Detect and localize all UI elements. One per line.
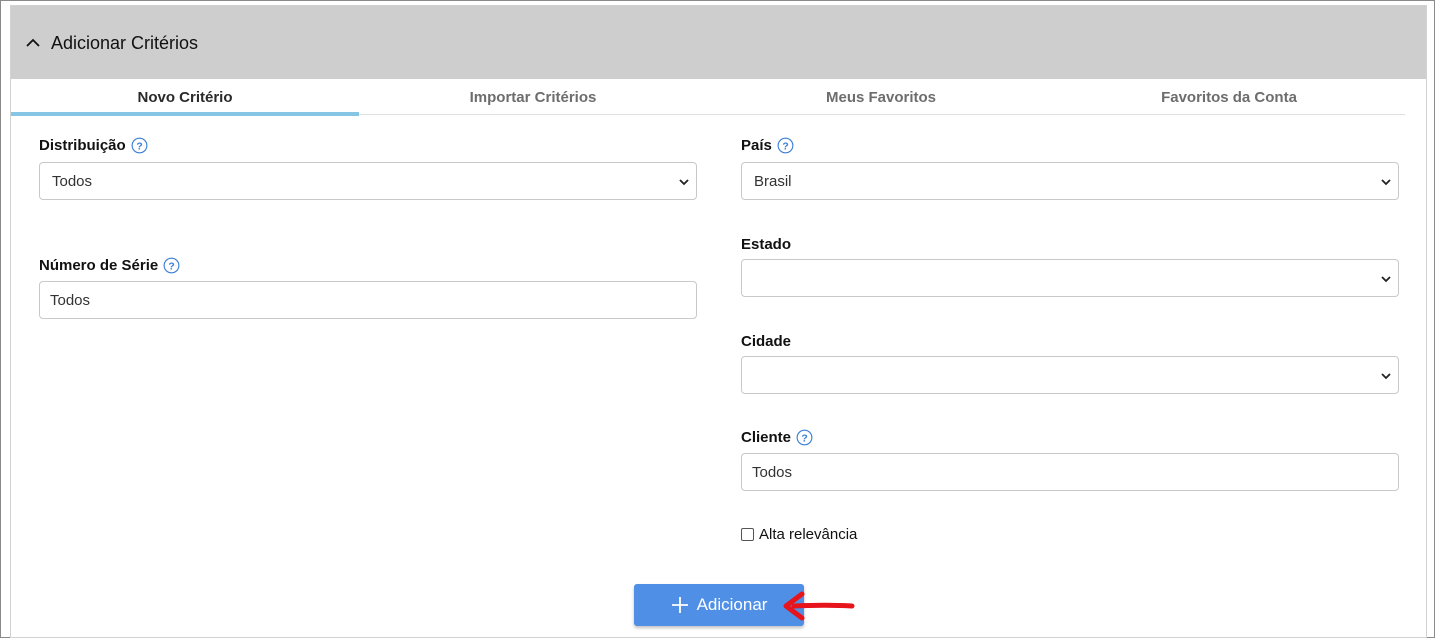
red-arrow-annotation-icon bbox=[783, 591, 855, 621]
chevron-down-icon bbox=[1381, 373, 1391, 380]
numero-serie-label: Número de Série ? bbox=[39, 257, 180, 274]
pais-label-text: País bbox=[741, 137, 772, 154]
svg-text:?: ? bbox=[136, 141, 142, 152]
estado-label: Estado bbox=[741, 236, 791, 253]
help-icon[interactable]: ? bbox=[796, 429, 813, 446]
pais-label: País ? bbox=[741, 137, 794, 154]
cliente-input[interactable]: Todos bbox=[741, 453, 1399, 491]
distribuicao-label-text: Distribuição bbox=[39, 137, 126, 154]
plus-icon bbox=[671, 597, 688, 613]
tab-favoritos-da-conta[interactable]: Favoritos da Conta bbox=[1055, 86, 1403, 115]
panel-header[interactable]: Adicionar Critérios bbox=[11, 6, 1426, 79]
cidade-label-text: Cidade bbox=[741, 333, 792, 350]
svg-text:?: ? bbox=[801, 433, 807, 444]
tab-novo-criterio[interactable]: Novo Critério bbox=[11, 86, 359, 116]
panel-title: Adicionar Critérios bbox=[51, 33, 199, 53]
distribuicao-value: Todos bbox=[52, 172, 93, 190]
numero-serie-label-text: Número de Série bbox=[39, 257, 159, 274]
distribuicao-label: Distribuição ? bbox=[39, 137, 148, 154]
tab-importar-criterios[interactable]: Importar Critérios bbox=[359, 86, 707, 115]
svg-text:?: ? bbox=[169, 261, 175, 272]
chevron-down-icon bbox=[679, 179, 689, 186]
svg-text:?: ? bbox=[782, 141, 788, 152]
numero-serie-input[interactable]: Todos bbox=[39, 281, 697, 319]
estado-select[interactable] bbox=[741, 259, 1399, 297]
help-icon[interactable]: ? bbox=[777, 137, 794, 154]
help-icon[interactable]: ? bbox=[163, 257, 180, 274]
estado-label-text: Estado bbox=[741, 236, 792, 253]
chevron-down-icon bbox=[1381, 179, 1391, 186]
tab-meus-favoritos[interactable]: Meus Favoritos bbox=[707, 86, 1055, 115]
cidade-label: Cidade bbox=[741, 333, 791, 350]
cliente-label-text: Cliente bbox=[741, 429, 792, 446]
numero-serie-value: Todos bbox=[50, 291, 91, 309]
cidade-select[interactable] bbox=[741, 356, 1399, 394]
alta-relevancia-label: Alta relevância bbox=[759, 526, 858, 543]
alta-relevancia-option[interactable]: Alta relevância bbox=[741, 526, 857, 543]
add-button-label: Adicionar bbox=[696, 595, 768, 614]
pais-value: Brasil bbox=[754, 172, 792, 190]
chevron-down-icon bbox=[1381, 276, 1391, 283]
distribuicao-select[interactable]: Todos bbox=[39, 162, 697, 200]
alta-relevancia-checkbox[interactable] bbox=[741, 528, 754, 541]
cliente-label: Cliente ? bbox=[741, 429, 813, 446]
add-button[interactable]: Adicionar bbox=[634, 584, 804, 626]
help-icon[interactable]: ? bbox=[131, 137, 148, 154]
cliente-value: Todos bbox=[752, 463, 793, 481]
pais-select[interactable]: Brasil bbox=[741, 162, 1399, 200]
chevron-up-icon[interactable] bbox=[25, 35, 41, 51]
tab-bar: Novo Critério Importar Critérios Meus Fa… bbox=[11, 86, 1405, 116]
